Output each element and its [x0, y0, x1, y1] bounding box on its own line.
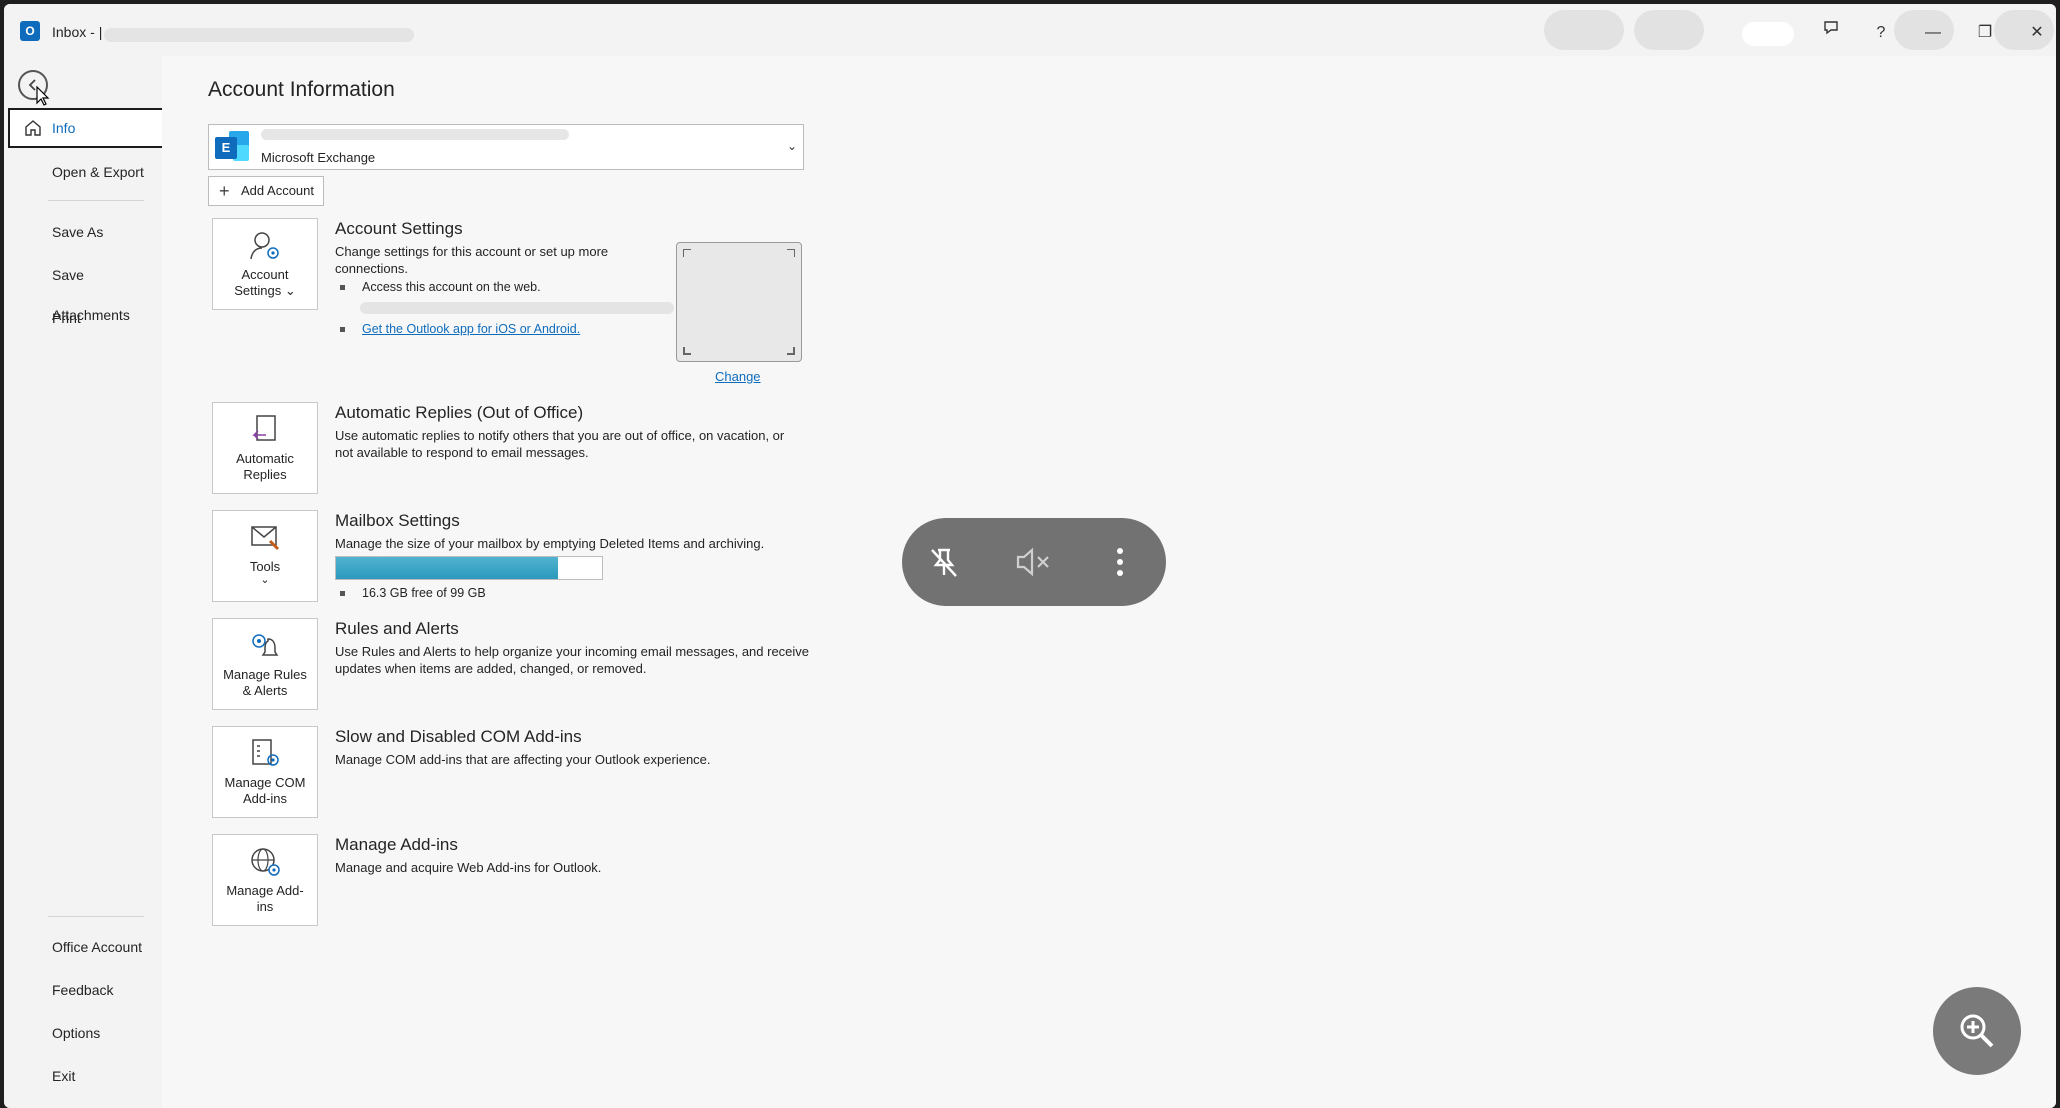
- manage-addins-desc: Manage and acquire Web Add-ins for Outlo…: [335, 860, 602, 875]
- title-bar: O Inbox - | ? — ❐ ✕: [4, 4, 2056, 56]
- profile-photo: [676, 242, 802, 362]
- rules-alerts-icon: [252, 634, 279, 656]
- title-bar-decoration: [1544, 10, 1624, 50]
- sidebar-item-office-account[interactable]: Office Account: [8, 927, 164, 967]
- bullet-item: Access this account on the web.: [340, 280, 541, 294]
- page-title: Account Information: [208, 78, 395, 101]
- divider: [48, 916, 144, 917]
- account-settings-desc: Change settings for this account or set …: [335, 244, 609, 276]
- help-icon[interactable]: ?: [1866, 18, 1896, 48]
- outlook-mobile-link[interactable]: Get the Outlook app for iOS or Android.: [362, 322, 580, 336]
- tools-button[interactable]: Tools ⌄: [212, 510, 318, 602]
- sidebar-item-label: Exit: [52, 1068, 76, 1084]
- sidebar-item-label: Info: [52, 120, 76, 136]
- chevron-down-icon: ⌄: [260, 574, 270, 586]
- sidebar-item-print[interactable]: Print: [8, 298, 164, 338]
- redacted-url: [360, 302, 674, 314]
- title-bar-decoration: [1634, 10, 1704, 50]
- mailbox-usage-bar: [335, 556, 603, 580]
- com-addins-title: Slow and Disabled COM Add-ins: [335, 727, 582, 746]
- bullet-item: Get the Outlook app for iOS or Android.: [339, 322, 580, 336]
- plus-icon: +: [219, 181, 230, 201]
- sidebar-item-label: Print: [52, 310, 81, 326]
- home-icon: [25, 120, 41, 136]
- sidebar-item-save-attachments[interactable]: Save Attachments: [8, 255, 164, 323]
- mailbox-free-space: 16.3 GB free of 99 GB: [362, 586, 486, 600]
- mailbox-settings-title: Mailbox Settings: [335, 511, 460, 530]
- mute-icon[interactable]: [1012, 542, 1052, 582]
- tile-label: Manage COM Add-ins: [224, 775, 306, 806]
- sidebar-item-open-export[interactable]: Open & Export: [8, 152, 164, 192]
- mouse-cursor-icon: [36, 86, 50, 106]
- sidebar-item-options[interactable]: Options: [8, 1013, 164, 1053]
- account-settings-icon: [250, 232, 279, 260]
- change-photo-link[interactable]: Change: [715, 369, 761, 384]
- mailbox-usage-fill: [336, 557, 559, 579]
- add-account-button[interactable]: + Add Account: [208, 176, 324, 206]
- feedback-icon[interactable]: [1816, 18, 1846, 48]
- minimize-button[interactable]: —: [1918, 18, 1948, 48]
- rules-alerts-desc: Use Rules and Alerts to help organize yo…: [335, 644, 810, 676]
- sidebar-item-info[interactable]: Info: [8, 108, 164, 148]
- tile-label: Manage Rules & Alerts: [223, 667, 307, 698]
- com-addins-icon: [252, 739, 279, 766]
- floating-control-bar: [902, 518, 1166, 606]
- tile-label: Account Settings ⌄: [234, 267, 296, 298]
- outlook-app-icon: O: [20, 21, 40, 41]
- manage-addins-button[interactable]: Manage Add-ins: [212, 834, 318, 926]
- tile-label: Automatic Replies: [236, 451, 294, 482]
- redacted-email: [261, 129, 569, 140]
- close-button[interactable]: ✕: [2022, 18, 2052, 48]
- rules-alerts-title: Rules and Alerts: [335, 619, 459, 638]
- sidebar-item-label: Save As: [52, 224, 104, 240]
- sidebar-item-label: Options: [52, 1025, 101, 1041]
- sidebar-item-feedback[interactable]: Feedback: [8, 970, 164, 1010]
- account-selector[interactable]: E Microsoft Exchange ⌄: [208, 124, 804, 170]
- chevron-down-icon: ⌄: [786, 139, 797, 153]
- sidebar-item-exit[interactable]: Exit: [8, 1056, 164, 1096]
- tile-label: Manage Add-ins: [226, 883, 304, 914]
- redacted-title-text: [104, 28, 414, 42]
- account-type: Microsoft Exchange: [261, 150, 376, 165]
- bullet-item: 16.3 GB free of 99 GB: [340, 586, 486, 600]
- restore-button[interactable]: ❐: [1970, 18, 2000, 48]
- exchange-logo-icon: E: [215, 131, 249, 163]
- more-options-icon[interactable]: [1100, 542, 1140, 582]
- manage-com-addins-button[interactable]: Manage COM Add-ins: [212, 726, 318, 818]
- mailbox-settings-desc: Manage the size of your mailbox by empty…: [335, 536, 765, 551]
- account-settings-title: Account Settings: [335, 219, 463, 238]
- zoom-in-icon: [1960, 1014, 1994, 1048]
- com-addins-desc: Manage COM add-ins that are affecting yo…: [335, 752, 711, 767]
- automatic-replies-icon: [252, 415, 276, 441]
- divider: [48, 200, 144, 201]
- sidebar-item-save-as[interactable]: Save As: [8, 212, 164, 252]
- manage-addins-title: Manage Add-ins: [335, 835, 458, 854]
- globe-addins-icon: [251, 848, 280, 876]
- add-account-label: Add Account: [241, 183, 314, 198]
- search-pill[interactable]: [1742, 22, 1794, 46]
- automatic-replies-desc: Use automatic replies to notify others t…: [335, 428, 785, 460]
- outlook-window: O Inbox - | ? — ❐ ✕ Info Open & Export S…: [4, 4, 2056, 1108]
- unpin-icon[interactable]: [924, 542, 964, 582]
- tile-label: Tools: [249, 559, 281, 574]
- window-title: Inbox - |: [52, 24, 103, 40]
- manage-rules-alerts-button[interactable]: Manage Rules & Alerts: [212, 618, 318, 710]
- backstage-sidebar: Info Open & Export Save As Save Attachme…: [4, 56, 164, 1108]
- automatic-replies-title: Automatic Replies (Out of Office): [335, 403, 584, 422]
- sidebar-item-label: Open & Export: [52, 164, 144, 180]
- sidebar-item-label: Office Account: [52, 939, 143, 955]
- automatic-replies-button[interactable]: Automatic Replies: [212, 402, 318, 494]
- mailbox-tools-icon: [251, 526, 280, 551]
- account-settings-button[interactable]: Account Settings ⌄: [212, 218, 318, 310]
- zoom-in-button[interactable]: [1933, 987, 2021, 1075]
- sidebar-item-label: Feedback: [52, 982, 114, 998]
